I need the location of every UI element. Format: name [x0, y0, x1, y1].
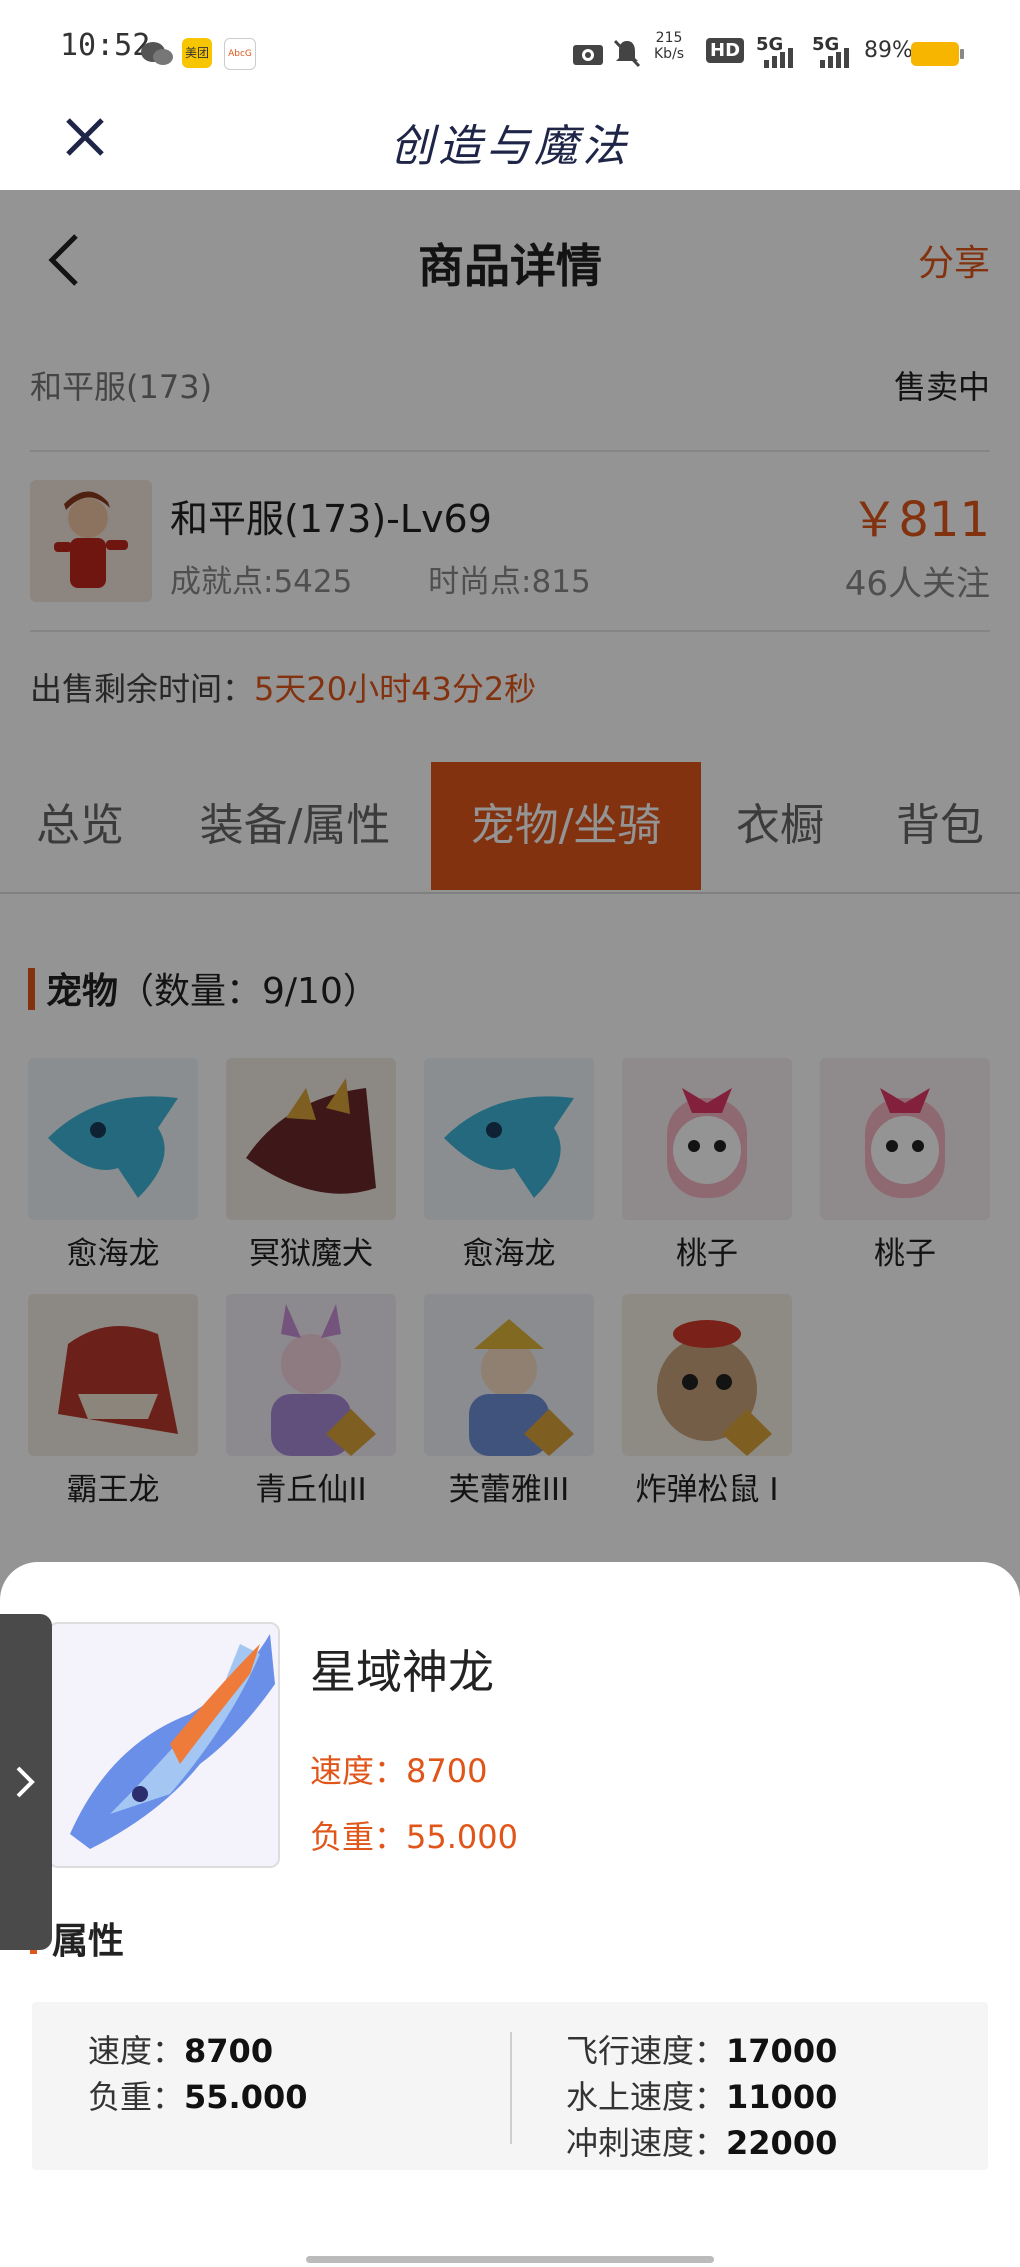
home-indicator[interactable] — [306, 2256, 714, 2263]
attribute-row: 飞行速度：17000 — [566, 2032, 838, 2070]
status-time: 10:52 — [60, 28, 151, 63]
status-bar: 10:52 美团 AbcG 215 Kb/s HD 5G 5G 89% — [0, 0, 1020, 90]
pet-detail-sheet: 星域神龙 速度：8700 负重：55.000 属性 速度：8700 负重：55.… — [0, 1562, 1020, 2267]
chevron-right-icon — [16, 1766, 35, 1798]
selected-pet-speed: 速度：8700 — [310, 1752, 488, 1790]
signal-bars-icon — [764, 48, 793, 68]
selected-pet-thumbnail — [48, 1622, 280, 1868]
attribute-row: 速度：8700 — [88, 2032, 274, 2070]
attributes-divider — [510, 2032, 512, 2144]
network-speed: 215 Kb/s — [654, 30, 685, 62]
side-drawer-handle[interactable] — [0, 1614, 52, 1950]
wechat-icon — [141, 42, 173, 65]
hd-badge: HD — [706, 38, 745, 63]
game-app-icon: AbcG — [224, 38, 256, 70]
battery-icon — [911, 42, 964, 66]
app-brand-title: 创造与魔法 — [390, 121, 630, 172]
close-icon[interactable] — [60, 112, 110, 162]
battery-percent: 89% — [864, 38, 913, 63]
attribute-row: 水上速度：11000 — [566, 2078, 838, 2116]
app-bar: 创造与魔法 — [0, 90, 1020, 191]
left-attributes: 速度：8700 负重：55.000 — [88, 2026, 308, 2118]
attributes-box: 速度：8700 负重：55.000 飞行速度：17000 水上速度：11000 … — [32, 2002, 988, 2170]
mute-bell-icon — [613, 39, 641, 68]
meituan-app-icon: 美团 — [182, 38, 212, 68]
camera-icon — [573, 45, 603, 65]
attribute-row: 冲刺速度：22000 — [566, 2124, 838, 2162]
attribute-row: 负重：55.000 — [88, 2078, 308, 2116]
attributes-title: 属性 — [52, 1921, 125, 1962]
selected-pet-load: 负重：55.000 — [310, 1818, 518, 1856]
selected-pet-name: 星域神龙 — [310, 1645, 494, 1699]
signal-bars-icon-2 — [820, 48, 849, 68]
right-attributes: 飞行速度：17000 水上速度：11000 冲刺速度：22000 — [566, 2026, 837, 2164]
